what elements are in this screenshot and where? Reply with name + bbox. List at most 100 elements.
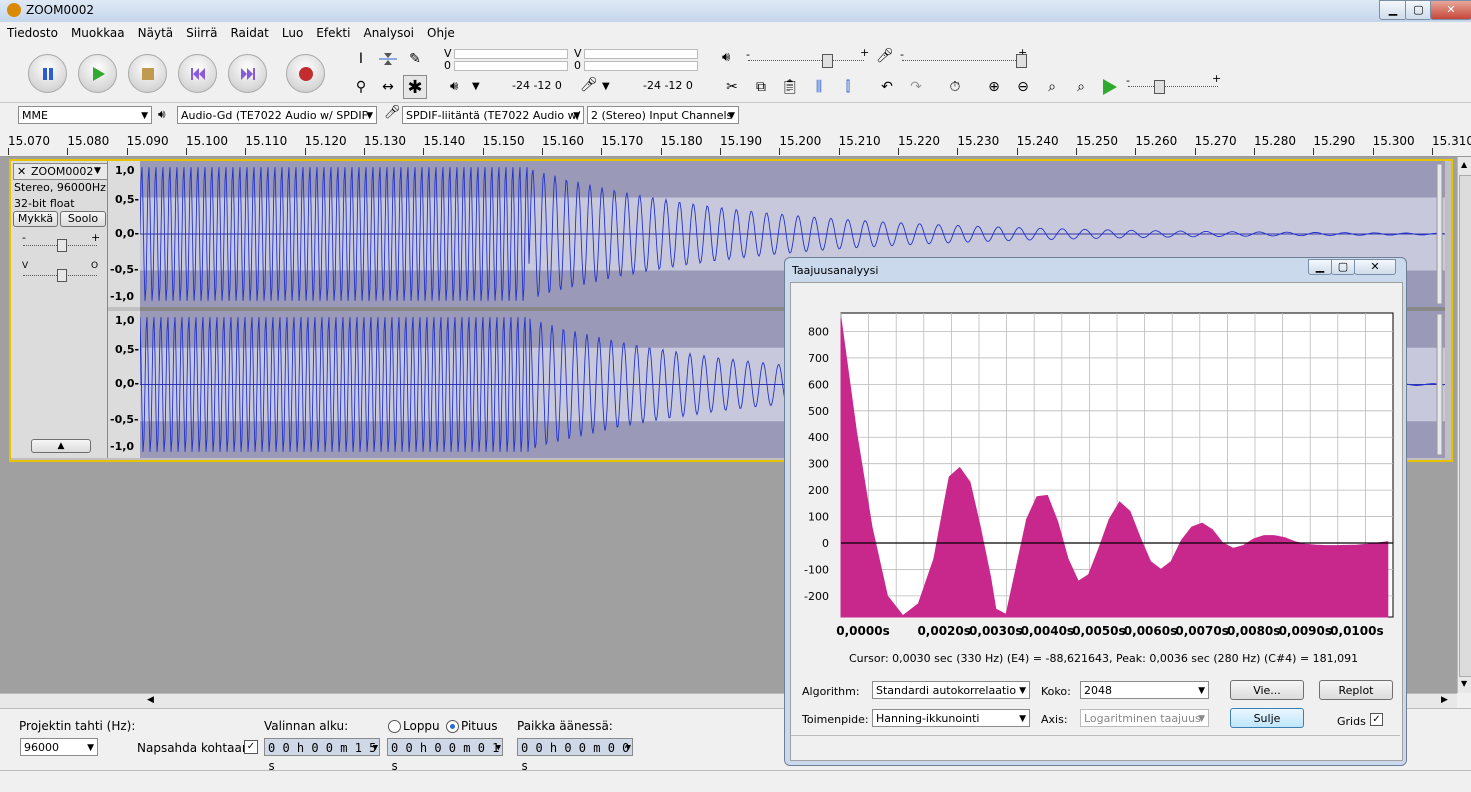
redo-icon[interactable]: ↷ <box>904 75 928 99</box>
selection-start-time[interactable]: 0 0 h 0 0 m 1 5 s ▼ <box>264 738 380 773</box>
window-function-select[interactable]: Hanning-ikkunointi ▼ <box>872 709 1030 727</box>
menu-transport[interactable]: Siirrä <box>179 24 223 40</box>
play-button[interactable] <box>78 54 117 93</box>
slider-thumb[interactable] <box>1154 80 1165 94</box>
envelope-tool[interactable] <box>376 47 400 71</box>
ruler-tick-label: 15.290 <box>1313 134 1356 148</box>
record-button[interactable] <box>286 54 325 93</box>
menu-effect[interactable]: Efekti <box>309 24 356 40</box>
pause-icon <box>42 67 53 80</box>
autocorrelation-chart[interactable]: 800 700 600 500 400 300 200 100 0 -100 -200 0,0000s… <box>793 287 1399 643</box>
selection-tool[interactable]: I <box>349 47 373 71</box>
dialog-minimize-button[interactable]: ▁ <box>1308 259 1332 275</box>
playback-meter[interactable]: V 0 <box>442 47 570 72</box>
gain-slider[interactable]: - + <box>19 231 100 252</box>
input-channels-select[interactable]: 2 (Stereo) Input Channels ▼ <box>587 106 739 124</box>
scroll-left-icon[interactable]: ◀ <box>147 695 154 705</box>
minimize-button[interactable]: ▁ <box>1379 0 1407 20</box>
input-volume-slider[interactable]: - + <box>900 46 1030 70</box>
solo-button[interactable]: Soolo <box>60 211 106 227</box>
output-volume-slider[interactable]: - + <box>746 46 869 70</box>
dialog-close-button[interactable]: ✕ <box>1354 259 1396 275</box>
replot-button[interactable]: Replot <box>1319 680 1393 700</box>
menu-tracks[interactable]: Raidat <box>223 24 274 40</box>
audio-position-time[interactable]: 0 0 h 0 0 m 0 0 s ▼ <box>517 738 633 773</box>
snap-label: Napsahda kohtaan <box>137 741 250 755</box>
axis-select: Logaritminen taajuus ▼ <box>1080 709 1209 727</box>
menu-generate[interactable]: Luo <box>275 24 309 40</box>
selection-length-time[interactable]: 0 0 h 0 0 m 0 1 s ▼ <box>387 738 503 773</box>
close-dialog-button[interactable]: Sulje <box>1230 708 1304 728</box>
chevron-down-icon[interactable]: ▼ <box>472 81 480 92</box>
menu-analyze[interactable]: Analysoi <box>356 24 420 40</box>
fit-selection-icon[interactable]: ⌕ <box>1040 75 1064 99</box>
slider-thumb[interactable] <box>822 54 833 68</box>
timeshift-tool[interactable]: ↔ <box>376 75 400 99</box>
close-button[interactable]: ✕ <box>1430 0 1471 20</box>
zoom-tool[interactable]: ⚲ <box>349 75 373 99</box>
copy-icon[interactable]: ⧉ <box>749 75 773 99</box>
chevron-down-icon[interactable]: ▼ <box>94 164 101 179</box>
vertical-scale-right[interactable]: 1,0 0,5- 0,0- -0,5- -1,0 <box>108 311 140 458</box>
cut-icon[interactable]: ✂ <box>720 75 744 99</box>
pause-button[interactable] <box>28 54 67 93</box>
zoom-out-icon[interactable]: ⊖ <box>1011 75 1035 99</box>
scroll-down-icon[interactable]: ▼ <box>1461 679 1467 688</box>
undo-icon[interactable]: ↶ <box>875 75 899 99</box>
algorithm-select[interactable]: Standardi autokorrelaatio ▼ <box>872 681 1030 699</box>
fit-project-icon[interactable]: ⌕ <box>1069 75 1093 99</box>
track-bit-depth: 32-bit float <box>14 197 75 210</box>
audio-position-label: Paikka äänessä: <box>517 719 613 733</box>
input-device-select[interactable]: SPDIF-liitäntä (TE7022 Audio w/▼ <box>402 106 584 124</box>
stop-icon <box>141 67 154 80</box>
scroll-up-icon[interactable]: ▲ <box>1461 160 1467 169</box>
ruler-tick-label: 15.110 <box>245 134 288 148</box>
chevron-down-icon[interactable]: ▼ <box>602 81 610 92</box>
sync-lock-icon[interactable]: ⏱ <box>943 75 967 99</box>
slider-thumb[interactable] <box>57 239 67 252</box>
dialog-maximize-button[interactable]: ▢ <box>1331 259 1355 275</box>
maximize-button[interactable]: ▢ <box>1405 0 1432 20</box>
track-name-menu[interactable]: ZOOM0002 <box>31 164 93 179</box>
y-tick-label: 0 <box>822 537 829 550</box>
scroll-right-icon[interactable]: ▶ <box>1441 695 1448 705</box>
end-radio[interactable] <box>388 720 401 733</box>
slider-thumb[interactable] <box>57 269 67 282</box>
slider-thumb[interactable] <box>1016 54 1027 68</box>
x-tick-label: 0,0060s <box>1124 624 1177 638</box>
length-radio[interactable] <box>446 720 459 733</box>
output-device-select[interactable]: Audio-Gd (TE7022 Audio w/ SPDIF ▼ <box>177 106 377 124</box>
double-arrow-icon: ↔ <box>382 79 394 95</box>
menu-help[interactable]: Ohje <box>420 24 461 40</box>
mute-button[interactable]: Mykkä <box>13 211 58 227</box>
vertical-scrollbar[interactable]: ▲ ▼ <box>1457 157 1471 693</box>
trim-icon[interactable]: ⫼ <box>807 75 831 99</box>
vertical-scale-left[interactable]: 1,0 0,5- 0,0- -0,5- -1,0 <box>108 161 140 307</box>
draw-tool[interactable]: ✎ <box>403 47 427 71</box>
multi-tool[interactable]: ✱ <box>403 75 427 99</box>
paste-icon[interactable]: 📋︎ <box>778 75 802 99</box>
x-tick-label: 0,0000s <box>836 624 889 638</box>
record-meter[interactable]: V 0 <box>570 47 700 72</box>
stop-button[interactable] <box>128 54 167 93</box>
menu-file[interactable]: Tiedosto <box>0 24 64 40</box>
grids-checkbox[interactable]: ✓ <box>1370 713 1383 726</box>
zoom-in-icon[interactable]: ⊕ <box>982 75 1006 99</box>
export-button[interactable]: Vie... <box>1230 680 1304 700</box>
pan-slider[interactable]: VO <box>19 261 99 282</box>
size-select[interactable]: 2048 ▼ <box>1080 681 1209 699</box>
audio-host-select[interactable]: MME ▼ <box>18 106 152 124</box>
menu-edit[interactable]: Muokkaa <box>64 24 131 40</box>
skip-start-button[interactable] <box>178 54 217 93</box>
project-rate-select[interactable]: 96000 ▼ <box>20 738 98 756</box>
scrollbar-thumb[interactable] <box>1459 175 1471 677</box>
timeline-ruler[interactable]: 15.070 15.080 15.090 15.100 15.110 15.120 15.1… <box>0 130 1471 157</box>
snap-checkbox[interactable]: ✓ <box>244 740 258 754</box>
skip-end-button[interactable] <box>228 54 267 93</box>
silence-icon[interactable]: ⫿ <box>836 75 860 99</box>
track-close-button[interactable]: ✕ <box>17 164 26 179</box>
menu-view[interactable]: Näytä <box>131 24 180 40</box>
play-at-speed-icon[interactable] <box>1100 78 1118 96</box>
play-speed-slider[interactable]: - + <box>1126 72 1222 96</box>
collapse-track-button[interactable]: ▲ <box>31 439 91 453</box>
